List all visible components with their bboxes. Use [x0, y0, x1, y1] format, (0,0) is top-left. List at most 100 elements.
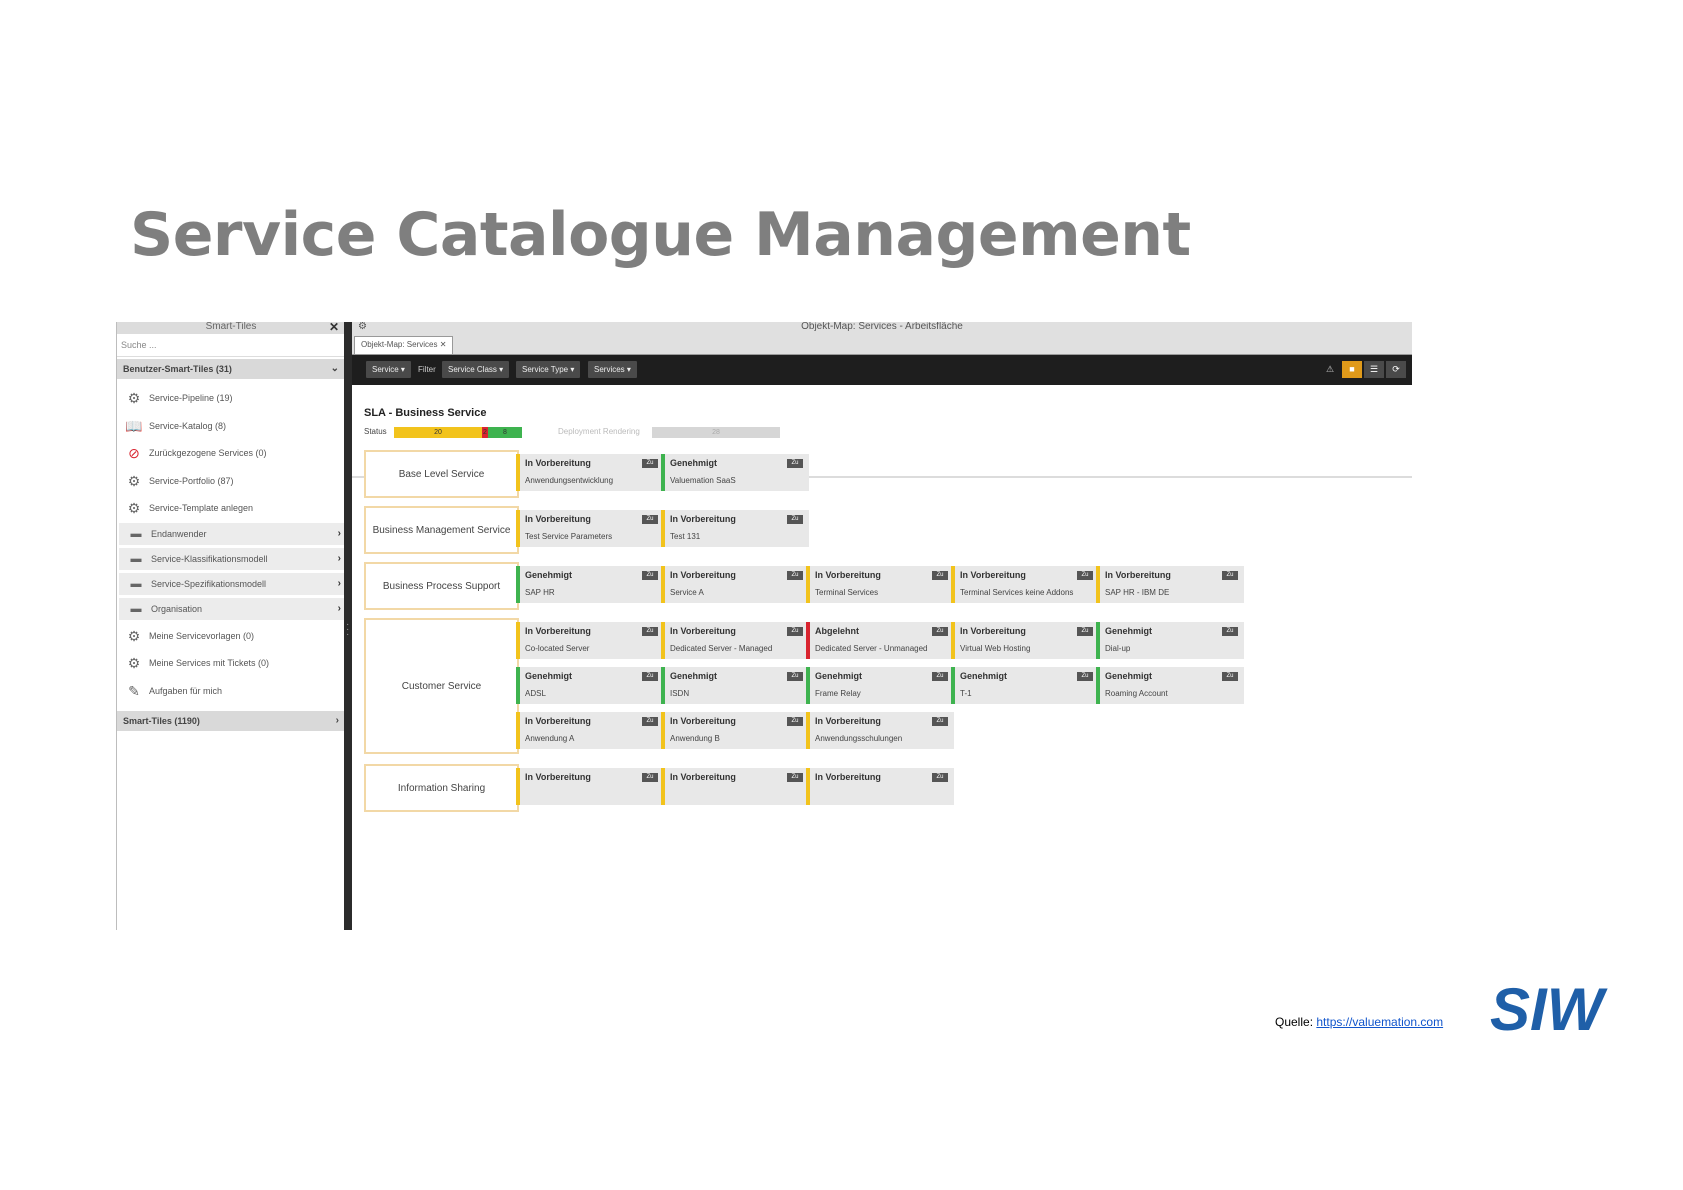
tile-item[interactable]: ⊘ Zurückgezogene Services (0) — [117, 440, 345, 468]
source-link[interactable]: https://valuemation.com — [1316, 1015, 1443, 1029]
zu-badge[interactable]: Zu — [642, 773, 658, 782]
zu-badge[interactable]: Zu — [642, 717, 658, 726]
service-card[interactable]: Genehmigt Roaming Account Zu — [1096, 667, 1244, 704]
category-box[interactable]: Information Sharing — [364, 764, 519, 812]
zu-badge[interactable]: Zu — [932, 717, 948, 726]
service-card[interactable]: In Vorbereitung Zu — [516, 768, 664, 805]
zu-badge[interactable]: Zu — [1222, 627, 1238, 636]
zu-badge[interactable]: Zu — [932, 627, 948, 636]
service-name: Anwendung A — [525, 734, 575, 743]
tile-item[interactable]: ⚙ Meine Servicevorlagen (0) — [117, 623, 345, 651]
service-card[interactable]: Genehmigt Dial-up Zu — [1096, 622, 1244, 659]
zu-badge[interactable]: Zu — [787, 515, 803, 524]
service-status: Genehmigt — [670, 671, 718, 681]
service-status: In Vorbereitung — [960, 626, 1026, 636]
service-card[interactable]: In Vorbereitung Dedicated Server - Manage… — [661, 622, 809, 659]
zu-badge[interactable]: Zu — [1222, 672, 1238, 681]
zu-badge[interactable]: Zu — [787, 627, 803, 636]
service-status: Abgelehnt — [815, 626, 859, 636]
service-card[interactable]: In Vorbereitung Anwendung B Zu — [661, 712, 809, 749]
zu-badge[interactable]: Zu — [642, 571, 658, 580]
zu-badge[interactable]: Zu — [787, 773, 803, 782]
zu-badge[interactable]: Zu — [787, 459, 803, 468]
service-card[interactable]: In Vorbereitung Terminal Services Zu — [806, 566, 954, 603]
service-status: In Vorbereitung — [525, 772, 591, 782]
zu-badge[interactable]: Zu — [1077, 627, 1093, 636]
service-name: Valuemation SaaS — [670, 476, 736, 485]
service-card[interactable]: Genehmigt SAP HR Zu — [516, 566, 664, 603]
search-input[interactable]: Suche ... — [117, 334, 345, 357]
service-status: Genehmigt — [960, 671, 1008, 681]
tile-label: Meine Servicevorlagen (0) — [149, 630, 255, 641]
tile-item[interactable]: ⚙ Service-Pipeline (19) — [117, 385, 345, 413]
service-status: In Vorbereitung — [815, 716, 881, 726]
category-box[interactable]: Business Management Service — [364, 506, 519, 554]
zu-badge[interactable]: Zu — [787, 672, 803, 681]
service-card[interactable]: In Vorbereitung Anwendungsentwicklung Zu — [516, 454, 664, 491]
service-card[interactable]: In Vorbereitung Test Service Parameters Zu — [516, 510, 664, 547]
service-card[interactable]: In Vorbereitung Terminal Services keine A… — [951, 566, 1099, 603]
category-box[interactable]: Customer Service — [364, 618, 519, 754]
folder-item[interactable]: ▬ Service-Klassifikationsmodell › — [119, 547, 345, 570]
chevron-right-icon: › — [337, 552, 341, 564]
zu-badge[interactable]: Zu — [642, 459, 658, 468]
service-status: Genehmigt — [1105, 671, 1153, 681]
zu-badge[interactable]: Zu — [932, 672, 948, 681]
zu-badge[interactable]: Zu — [642, 672, 658, 681]
category-box[interactable]: Base Level Service — [364, 450, 519, 498]
service-card[interactable]: In Vorbereitung Test 131 Zu — [661, 510, 809, 547]
tile-item[interactable]: ⚙ Service-Template anlegen — [117, 495, 345, 523]
service-card[interactable]: In Vorbereitung Co-located Server Zu — [516, 622, 664, 659]
service-card[interactable]: In Vorbereitung Virtual Web Hosting Zu — [951, 622, 1099, 659]
service-status: Genehmigt — [670, 458, 718, 468]
zu-badge[interactable]: Zu — [1222, 571, 1238, 580]
object-map-panel: ⚙ Objekt-Map: Services - Arbeitsfläche O… — [352, 322, 1412, 930]
service-map: Base Level Service Business Management Se… — [352, 322, 1412, 930]
app-screenshot: Smart-Tiles ✕ Suche ... Benutzer-Smart-T… — [116, 322, 1412, 930]
group-header-user-tiles[interactable]: Benutzer-Smart-Tiles (31) ⌄ — [117, 359, 345, 379]
tasks-icon: ✎ — [128, 682, 140, 699]
folder-item[interactable]: ▬ Service-Spezifikationsmodell › — [119, 572, 345, 595]
close-icon[interactable]: ✕ — [329, 322, 339, 333]
zu-badge[interactable]: Zu — [787, 571, 803, 580]
service-card[interactable]: In Vorbereitung Service A Zu — [661, 566, 809, 603]
service-status: Genehmigt — [525, 570, 573, 580]
service-card[interactable]: Abgelehnt Dedicated Server - Unmanaged Zu — [806, 622, 954, 659]
zu-badge[interactable]: Zu — [932, 773, 948, 782]
group-header-smart-tiles[interactable]: Smart-Tiles (1190) › — [117, 711, 345, 731]
service-status: Genehmigt — [525, 671, 573, 681]
zu-badge[interactable]: Zu — [787, 717, 803, 726]
service-card[interactable]: Genehmigt Valuemation SaaS Zu — [661, 454, 809, 491]
service-card[interactable]: In Vorbereitung Anwendungsschulungen Zu — [806, 712, 954, 749]
service-card[interactable]: Genehmigt ISDN Zu — [661, 667, 809, 704]
folder-label: Service-Spezifikationsmodell — [151, 578, 267, 589]
tile-item[interactable]: ✎ Aufgaben für mich — [117, 678, 345, 706]
folder-item[interactable]: ▬ Organisation › — [119, 597, 345, 620]
service-card[interactable]: In Vorbereitung Zu — [661, 768, 809, 805]
tile-item[interactable]: ⚙ Service-Portfolio (87) — [117, 468, 345, 496]
logo-text: SIW — [1490, 982, 1608, 1036]
tile-item[interactable]: 📖 Service-Katalog (8) — [117, 413, 345, 441]
service-card[interactable]: Genehmigt Frame Relay Zu — [806, 667, 954, 704]
folder-item[interactable]: ▬ Endanwender › — [119, 522, 345, 545]
service-card[interactable]: In Vorbereitung SAP HR - IBM DE Zu — [1096, 566, 1244, 603]
panel-splitter[interactable]: · · · — [344, 322, 352, 930]
zu-badge[interactable]: Zu — [1077, 571, 1093, 580]
tile-label: Meine Services mit Tickets (0) — [149, 658, 270, 668]
zu-badge[interactable]: Zu — [932, 571, 948, 580]
category-box[interactable]: Business Process Support — [364, 562, 519, 610]
zu-badge[interactable]: Zu — [1077, 672, 1093, 681]
zu-badge[interactable]: Zu — [642, 627, 658, 636]
service-card[interactable]: In Vorbereitung Anwendung A Zu — [516, 712, 664, 749]
service-card[interactable]: Genehmigt ADSL Zu — [516, 667, 664, 704]
zu-badge[interactable]: Zu — [642, 515, 658, 524]
service-status: In Vorbereitung — [525, 458, 591, 468]
tile-label: Zurückgezogene Services (0) — [149, 448, 267, 458]
tile-item[interactable]: ⚙ Meine Services mit Tickets (0) — [117, 650, 345, 678]
chevron-right-icon: › — [335, 715, 339, 726]
service-name: Co-located Server — [525, 644, 590, 653]
service-card[interactable]: Genehmigt T-1 Zu — [951, 667, 1099, 704]
service-name: Test 131 — [670, 532, 701, 541]
catalog-icon: 📖 — [125, 417, 143, 434]
service-card[interactable]: In Vorbereitung Zu — [806, 768, 954, 805]
